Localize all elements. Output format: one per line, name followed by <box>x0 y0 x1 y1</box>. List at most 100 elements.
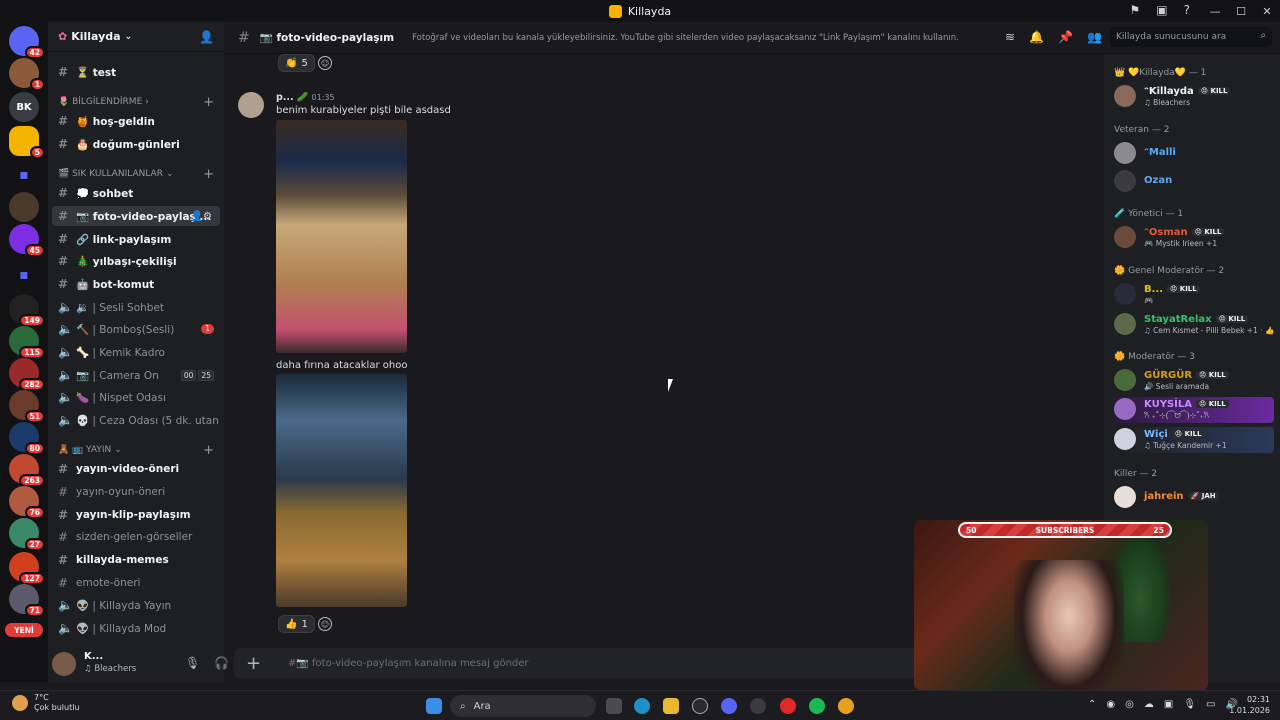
channel-foto-video-paylasim[interactable]: # 📷 foto-video-paylaşı... 👤⚙ <box>52 206 220 226</box>
tray-app-icon[interactable]: ◉ <box>1106 699 1115 710</box>
folder-icon[interactable]: ▪ <box>9 260 39 290</box>
close-button[interactable]: ✕ <box>1254 0 1280 22</box>
member-row[interactable]: ᵔOsman 😠 KILL 🎮 Mystik Irieen +1 <box>1114 225 1274 251</box>
add-channel-icon[interactable]: + <box>203 443 214 458</box>
file-explorer-icon[interactable] <box>663 698 679 714</box>
tray-app-icon[interactable]: ▣ <box>1164 699 1173 710</box>
tray-app-icon[interactable]: ◎ <box>1125 699 1134 710</box>
channel-yayin-klip-paylasim[interactable]: # yayın-klip-paylaşım <box>52 505 220 525</box>
member-row[interactable]: ᵔMalli <box>1114 141 1274 167</box>
avatar[interactable] <box>52 652 76 676</box>
channel-killayda-memes[interactable]: # killayda-memes <box>52 550 220 570</box>
reaction-thumbs-up[interactable]: 👍 1 <box>278 615 315 633</box>
server-icon-bk[interactable]: BK <box>9 92 39 122</box>
member-row[interactable]: ᵔKillayda 😠 KILL ♫ Bleachers <box>1114 84 1274 110</box>
edge-icon[interactable] <box>634 698 650 714</box>
spotify-icon[interactable] <box>809 698 825 714</box>
channel-dogum-gunleri[interactable]: # 🎂 doğum-günleri <box>52 134 220 154</box>
channel-yilbasi-cekilisi[interactable]: # 🎄 yılbaşı-çekilişi <box>52 251 220 271</box>
add-channel-icon[interactable]: + <box>203 167 214 182</box>
members-icon[interactable]: 👥 <box>1087 30 1102 44</box>
server-icon[interactable] <box>9 192 39 222</box>
discord-icon[interactable] <box>721 698 737 714</box>
weather-widget[interactable]: 7°C Çok bulutlu <box>12 693 80 713</box>
member-row[interactable]: GÜRGÜR 😠 KILL 🔊 Sesli aramada <box>1114 368 1274 394</box>
pin-icon[interactable]: 📌 <box>1058 30 1073 44</box>
category-sik-kullanilanlar[interactable]: 🎬 SIK KULLANILANLAR ⌄ + <box>58 166 220 182</box>
image-attachment-oven[interactable] <box>276 374 407 607</box>
channel-test[interactable]: # ⏳ test <box>52 62 220 82</box>
channel-sizden-gelen-gorseller[interactable]: # sizden-gelen-görseller <box>52 527 220 547</box>
add-reaction-icon[interactable]: ☺ <box>318 617 332 631</box>
voice-channel-nispet-odasi[interactable]: 🔈 🍆 | Nispet Odası <box>52 387 220 407</box>
bell-icon[interactable]: 🔔 <box>1029 30 1044 44</box>
category-bilgilendirme[interactable]: 🌷 BİLGİLENDİRME › + <box>58 94 220 110</box>
category-yayin[interactable]: 🧸 📺 YAYIN ⌄ + <box>58 442 220 458</box>
channel-bot-komut[interactable]: # 🤖 bot-komut <box>52 274 220 294</box>
server-icon[interactable]: 263 <box>9 454 45 487</box>
image-attachment-cookies[interactable] <box>276 120 407 353</box>
server-header[interactable]: ✿ Killayda ⌄ 👤 <box>48 22 224 52</box>
server-icon[interactable]: 71 <box>9 584 45 617</box>
avatar[interactable] <box>238 92 264 118</box>
screen-share-icon[interactable]: ▣ <box>1156 3 1167 17</box>
channel-hos-geldin[interactable]: # 🍯 hoş-geldin <box>52 111 220 131</box>
help-icon[interactable]: ? <box>1184 3 1190 17</box>
search-input[interactable]: Killayda sunucusunu ara ⌕ <box>1110 27 1272 47</box>
obs-icon[interactable] <box>750 698 766 714</box>
folder-icon[interactable]: ▪ <box>9 160 39 190</box>
direct-messages-button[interactable]: 42 <box>9 26 45 59</box>
chrome-icon[interactable] <box>838 698 854 714</box>
windows-start-icon[interactable] <box>426 698 442 714</box>
inbox-icon[interactable]: ⚑ <box>1130 3 1141 17</box>
member-row[interactable]: B... 😠 KILL 🎮 <box>1114 282 1274 308</box>
invite-icon[interactable]: 👤 <box>199 30 214 44</box>
channel-settings-icon[interactable]: 👤⚙ <box>191 211 212 222</box>
server-icon[interactable]: 115 <box>9 326 45 359</box>
channel-link-paylasim[interactable]: # 🔗 link-paylaşım <box>52 229 220 249</box>
member-row[interactable]: jahrein 🚀 JAH <box>1114 485 1274 511</box>
channel-yayin-oyun-oneri[interactable]: # yayın-oyun-öneri <box>52 482 220 502</box>
server-icon[interactable]: 27 <box>9 518 45 551</box>
server-icon[interactable]: 282 <box>9 358 45 391</box>
member-row[interactable]: Wiçi 😠 KILL ♫ Tuğçe Kandemir +1 <box>1114 427 1274 453</box>
add-attachment-icon[interactable]: + <box>246 653 262 674</box>
server-icon[interactable]: 51 <box>9 390 45 423</box>
voice-channel-bombos[interactable]: 🔈 🔨 | Bomboş(Sesli) 1 <box>52 319 220 339</box>
channel-yayin-video-oneri[interactable]: # yayın-video-öneri <box>52 459 220 479</box>
member-row[interactable]: KUYSİLA 😠 KILL 𐙚 ₊˚⊹(⁀ᗢ⁀)⊹˚₊𐙚 <box>1114 397 1274 423</box>
server-icon[interactable]: 45 <box>9 224 45 257</box>
clock[interactable]: 02:31 1.01.2026 <box>1229 694 1270 716</box>
headphones-icon[interactable]: 🎧 <box>214 656 229 670</box>
voice-channel-sesli-sohbet[interactable]: 🔈 🔉 | Sesli Sohbet <box>52 297 220 317</box>
chevron-up-icon[interactable]: ⌃ <box>1088 699 1096 710</box>
voice-channel-camera-on[interactable]: 🔈 📷 | Camera On 00 25 <box>52 365 220 385</box>
message-author[interactable]: p... <box>276 92 294 103</box>
server-icon[interactable]: 127 <box>9 552 45 585</box>
server-icon-killayda[interactable]: 5 <box>9 126 45 159</box>
voice-channel-ceza-odasi[interactable]: 🔈 💀 | Ceza Odası (5 dk. utan... <box>52 410 220 430</box>
voice-channel-killayda-yayin[interactable]: 🔈 👽 | Killayda Yayın <box>52 595 220 615</box>
add-channel-icon[interactable]: + <box>203 95 214 110</box>
channel-emote-oneri[interactable]: # emote-öneri <box>52 573 220 593</box>
server-icon[interactable]: 1 <box>9 58 45 91</box>
opera-icon[interactable] <box>780 698 796 714</box>
server-icon[interactable]: 149 <box>9 294 45 327</box>
minimize-button[interactable]: — <box>1202 0 1228 22</box>
member-row[interactable]: Ozan <box>1114 169 1274 195</box>
channel-sohbet[interactable]: # 💭 sohbet <box>52 183 220 203</box>
network-icon[interactable]: ▭ <box>1206 699 1215 710</box>
server-icon[interactable]: 76 <box>9 486 45 519</box>
threads-icon[interactable]: ≋ <box>1005 30 1015 44</box>
add-reaction-icon[interactable]: ☺ <box>318 56 332 70</box>
cloud-icon[interactable]: ☁ <box>1144 699 1154 710</box>
voice-channel-kemik-kadro[interactable]: 🔈 🦴 | Kemik Kadro <box>52 342 220 362</box>
microphone-icon[interactable]: 🎙 <box>185 656 200 670</box>
taskbar-search[interactable]: ⌕ Ara <box>450 695 596 717</box>
server-icon[interactable]: 80 <box>9 422 45 455</box>
maximize-button[interactable]: ☐ <box>1228 0 1254 22</box>
member-row[interactable]: StayatRelax 😠 KILL ♫ Cem Kısmet - Pilli Be… <box>1114 312 1274 338</box>
task-view-icon[interactable] <box>606 698 622 714</box>
microphone-icon[interactable]: 🎙 <box>1183 699 1196 710</box>
message-input[interactable]: #📷 foto-video-paylaşım kanalına mesaj gö… <box>288 658 529 669</box>
